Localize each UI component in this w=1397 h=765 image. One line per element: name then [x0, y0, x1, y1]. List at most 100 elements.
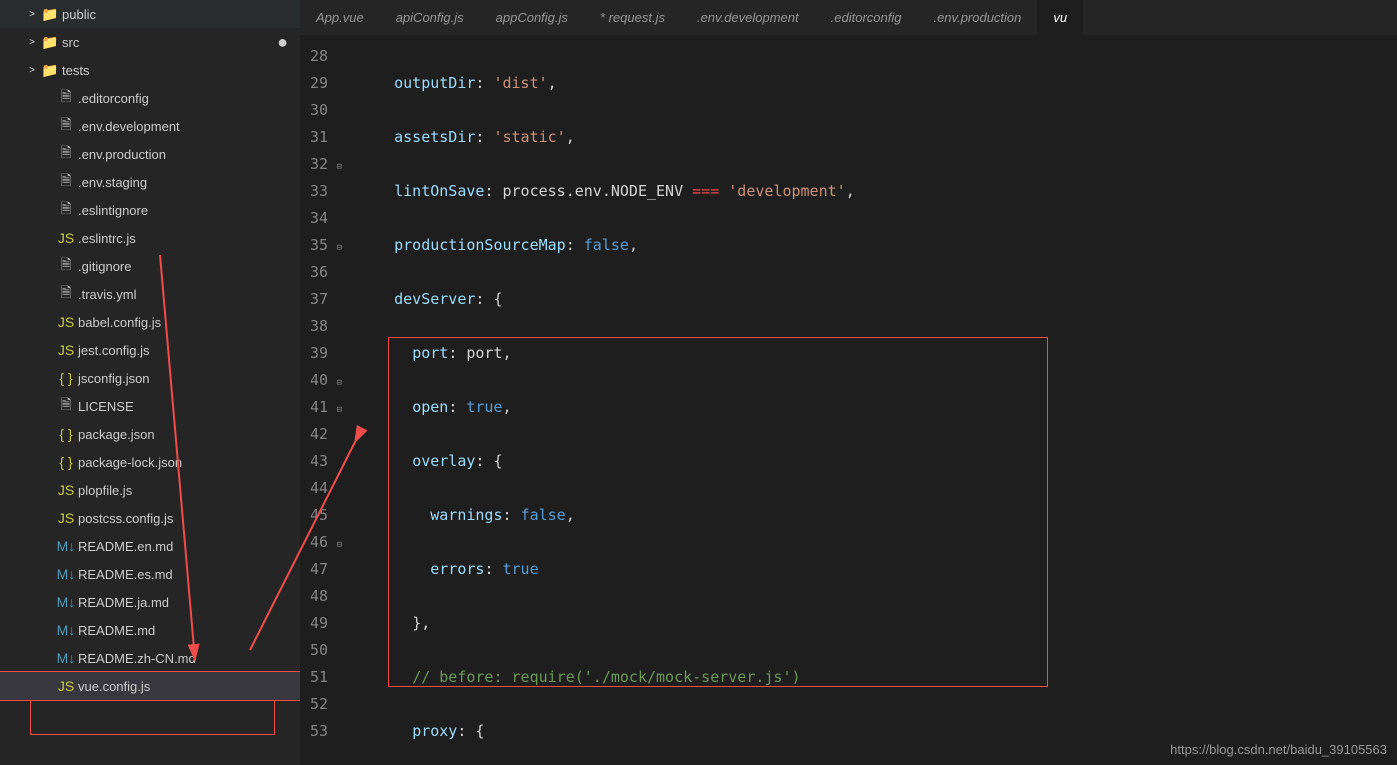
js-icon: JS	[56, 482, 76, 498]
watermark: https://blog.csdn.net/baidu_39105563	[1170, 742, 1387, 757]
tree-item-LICENSE[interactable]: 🗎LICENSE	[0, 392, 300, 420]
code-token: false	[584, 236, 629, 254]
code-token: outputDir	[394, 74, 475, 92]
tree-item-label: README.en.md	[76, 539, 173, 554]
tree-item--env-development[interactable]: 🗎.env.development	[0, 112, 300, 140]
tab---request-js[interactable]: * request.js	[584, 0, 681, 35]
tab-vu[interactable]: vu	[1037, 0, 1083, 35]
json-icon: { }	[56, 426, 76, 442]
tab-bar: App.vueapiConfig.jsappConfig.js* request…	[300, 0, 1397, 35]
line-number: 40⊟	[300, 367, 342, 394]
tree-item--travis-yml[interactable]: 🗎.travis.yml	[0, 280, 300, 308]
tree-item-label: .eslintrc.js	[76, 231, 136, 246]
tree-item--eslintrc-js[interactable]: JS.eslintrc.js	[0, 224, 300, 252]
tree-item--eslintignore[interactable]: 🗎.eslintignore	[0, 196, 300, 224]
code-token: assetsDir	[394, 128, 475, 146]
line-number: 34	[300, 205, 342, 232]
tab-appConfig-js[interactable]: appConfig.js	[480, 0, 584, 35]
tree-item--gitignore[interactable]: 🗎.gitignore	[0, 252, 300, 280]
line-number: 35⊟	[300, 232, 342, 259]
line-number: 52	[300, 691, 342, 718]
tree-item-label: tests	[60, 63, 89, 78]
tree-item-label: .env.production	[76, 147, 166, 162]
fold-icon[interactable]: ⊟	[332, 370, 342, 397]
line-number: 53	[300, 718, 342, 745]
tree-item-public[interactable]: >📁public	[0, 0, 300, 28]
tree-item--editorconfig[interactable]: 🗎.editorconfig	[0, 84, 300, 112]
line-number: 42	[300, 421, 342, 448]
code-token: port	[466, 344, 502, 362]
folder-icon: 📁	[40, 34, 60, 51]
line-number: 30	[300, 97, 342, 124]
code-token: productionSourceMap	[394, 236, 566, 254]
fold-icon[interactable]: ⊟	[332, 154, 342, 181]
tab-App-vue[interactable]: App.vue	[300, 0, 380, 35]
file-explorer[interactable]: >📁public>📁src●>📁tests🗎.editorconfig🗎.env…	[0, 0, 300, 765]
modified-dot-icon: ●	[277, 32, 288, 53]
file-icon: 🗎	[56, 254, 76, 278]
chevron-icon: >	[24, 9, 40, 20]
line-number: 51	[300, 664, 342, 691]
folder-icon: 📁	[40, 62, 60, 79]
tree-item-label: .env.staging	[76, 175, 147, 190]
tree-item-label: vue.config.js	[76, 679, 150, 694]
tree-item--env-staging[interactable]: 🗎.env.staging	[0, 168, 300, 196]
tree-item-package-lock-json[interactable]: { }package-lock.json	[0, 448, 300, 476]
code-token: lintOnSave	[394, 182, 484, 200]
json-icon: { }	[56, 454, 76, 470]
line-number: 43	[300, 448, 342, 475]
code-token: errors	[430, 560, 484, 578]
line-number: 29	[300, 70, 342, 97]
tree-item-src[interactable]: >📁src●	[0, 28, 300, 56]
code-content[interactable]: outputDir: 'dist', assetsDir: 'static', …	[358, 35, 1397, 765]
tab--editorconfig[interactable]: .editorconfig	[815, 0, 918, 35]
js-icon: JS	[56, 230, 76, 246]
tree-item--env-production[interactable]: 🗎.env.production	[0, 140, 300, 168]
tree-item-label: package-lock.json	[76, 455, 182, 470]
tree-item-README-en-md[interactable]: M↓README.en.md	[0, 532, 300, 560]
tree-item-jsconfig-json[interactable]: { }jsconfig.json	[0, 364, 300, 392]
tree-item-package-json[interactable]: { }package.json	[0, 420, 300, 448]
tree-item-README-es-md[interactable]: M↓README.es.md	[0, 560, 300, 588]
code-token: true	[503, 560, 539, 578]
code-token: port	[412, 344, 448, 362]
code-area[interactable]: 2829303132⊟333435⊟3637383940⊟41⊟42434445…	[300, 35, 1397, 765]
tree-item-label: .editorconfig	[76, 91, 149, 106]
tree-item-README-zh-CN-md[interactable]: M↓README.zh-CN.md	[0, 644, 300, 672]
fold-icon[interactable]: ⊟	[332, 532, 342, 559]
tree-item-README-ja-md[interactable]: M↓README.ja.md	[0, 588, 300, 616]
code-token: devServer	[394, 290, 475, 308]
tree-item-plopfile-js[interactable]: JSplopfile.js	[0, 476, 300, 504]
tree-item-label: public	[60, 7, 96, 22]
code-token: ===	[692, 182, 719, 200]
tab--env-development[interactable]: .env.development	[681, 0, 815, 35]
json-icon: { }	[56, 370, 76, 386]
folder-icon: 📁	[40, 6, 60, 23]
line-number: 37	[300, 286, 342, 313]
tree-item-label: README.zh-CN.md	[76, 651, 196, 666]
code-token: false	[521, 506, 566, 524]
fold-icon[interactable]: ⊟	[332, 235, 342, 262]
tree-item-vue-config-js[interactable]: JSvue.config.js	[0, 672, 300, 700]
line-number: 49	[300, 610, 342, 637]
file-icon: 🗎	[56, 198, 76, 222]
editor-pane: App.vueapiConfig.jsappConfig.js* request…	[300, 0, 1397, 765]
tree-item-tests[interactable]: >📁tests	[0, 56, 300, 84]
tree-item-babel-config-js[interactable]: JSbabel.config.js	[0, 308, 300, 336]
tree-item-jest-config-js[interactable]: JSjest.config.js	[0, 336, 300, 364]
tree-item-label: README.ja.md	[76, 595, 169, 610]
tree-item-label: README.es.md	[76, 567, 173, 582]
code-token: process.env.NODE_ENV	[503, 182, 684, 200]
chevron-icon: >	[24, 65, 40, 76]
tree-item-README-md[interactable]: M↓README.md	[0, 616, 300, 644]
line-number: 33	[300, 178, 342, 205]
tree-item-label: jsconfig.json	[76, 371, 150, 386]
markdown-icon: M↓	[56, 622, 76, 638]
markdown-icon: M↓	[56, 538, 76, 554]
fold-icon[interactable]: ⊟	[332, 397, 342, 424]
tree-item-postcss-config-js[interactable]: JSpostcss.config.js	[0, 504, 300, 532]
tab-apiConfig-js[interactable]: apiConfig.js	[380, 0, 480, 35]
tab--env-production[interactable]: .env.production	[917, 0, 1037, 35]
file-icon: 🗎	[56, 114, 76, 138]
line-number: 32⊟	[300, 151, 342, 178]
